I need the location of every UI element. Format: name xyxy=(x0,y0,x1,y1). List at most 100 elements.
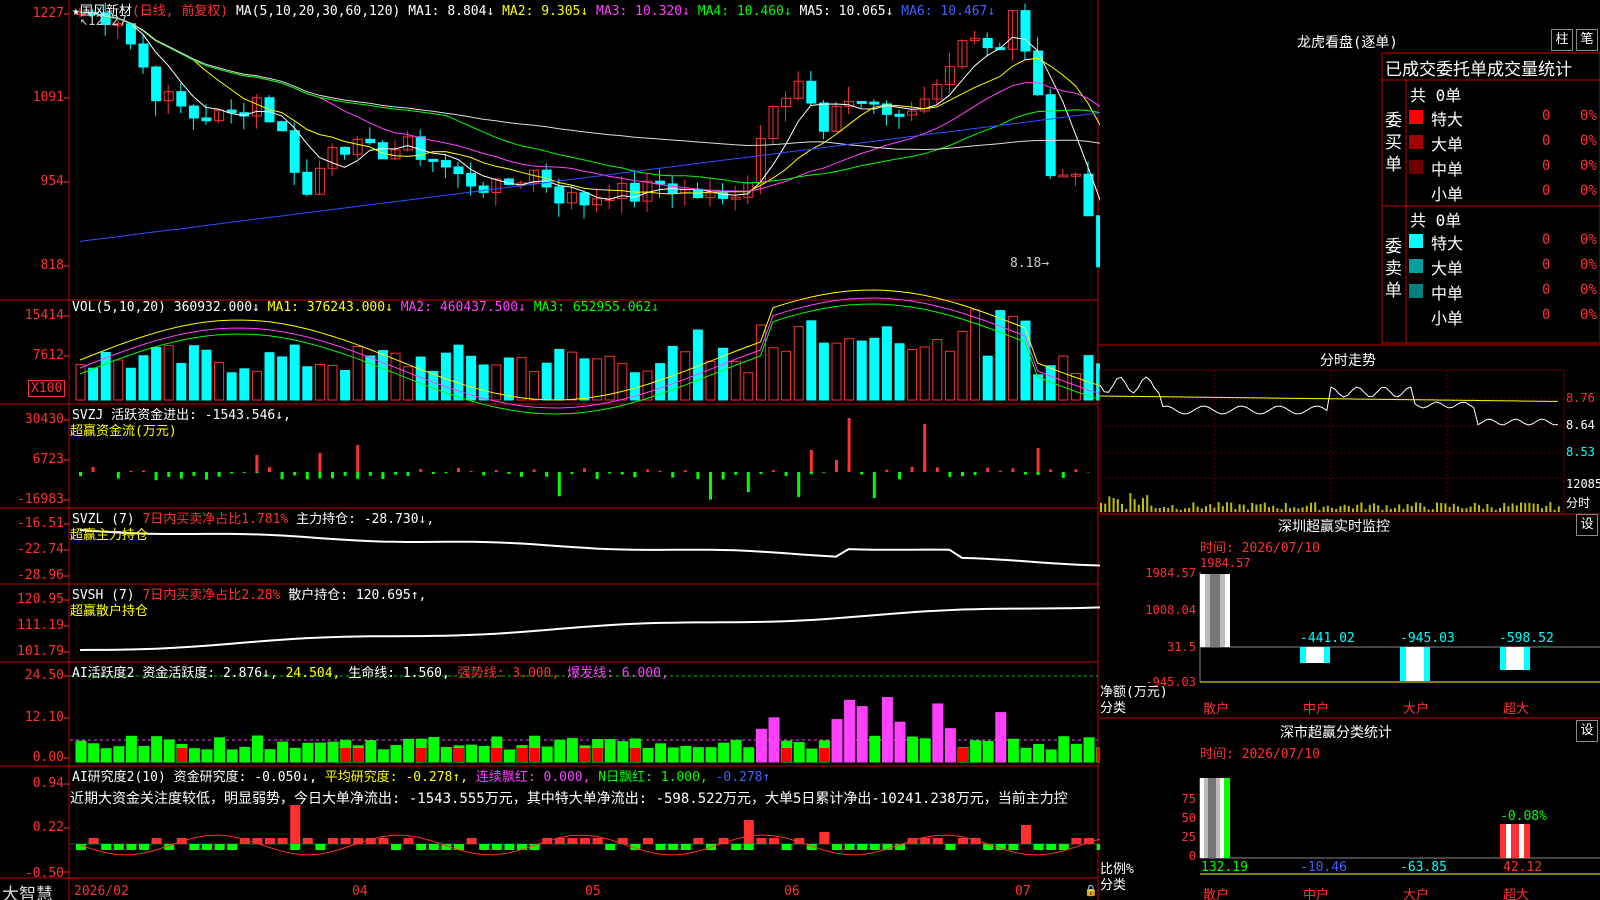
classify-cat: 超大 xyxy=(1503,888,1530,900)
price-header: ★国风新材(日线, 前复权) MA(5,10,20,30,60,120) MA1… xyxy=(72,0,995,19)
intraday-vol-bar xyxy=(1469,506,1472,512)
x-axis-label: 06 xyxy=(784,884,800,899)
intraday-vol-bar xyxy=(1280,509,1283,512)
intraday-vol-bar xyxy=(1284,503,1287,512)
bar-mode-button[interactable]: 柱 xyxy=(1551,29,1573,51)
monitor-xlabel: 分类 xyxy=(1100,701,1127,716)
intraday-vol-bar xyxy=(1553,509,1556,512)
lock-icon[interactable]: 🔒 xyxy=(1084,884,1098,897)
intraday-vol-bar xyxy=(1389,508,1392,512)
intraday-vol-bar xyxy=(1167,507,1170,512)
lhkp-title: 龙虎看盘(逐单) xyxy=(1297,35,1398,51)
order-row: 小单 0 0% xyxy=(1385,304,1600,328)
monitor-cat: 大户 xyxy=(1403,702,1430,717)
right-panels-canvas xyxy=(1098,52,1600,875)
classify-axis-label: 25 xyxy=(1181,830,1196,844)
order-size-label: 大单 xyxy=(1431,135,1464,154)
x-axis-label: 04 xyxy=(352,884,368,899)
order-count: 0 xyxy=(1542,183,1551,199)
order-count: 0 xyxy=(1542,307,1551,323)
ai1-axis-label: 24.50 xyxy=(24,668,64,683)
classify-value: 42.12 xyxy=(1503,860,1543,875)
price-axis-label: 1091 xyxy=(32,90,64,105)
intraday-vol-label: 12085 xyxy=(1566,477,1600,491)
intraday-vol-bar xyxy=(1457,506,1459,512)
intraday-vol-bar xyxy=(1175,508,1178,512)
vol-axis-label: 7612 xyxy=(32,348,64,363)
intraday-vol-bar xyxy=(1549,502,1552,512)
intraday-vol-bar xyxy=(1557,506,1560,512)
monitor-value-mid: -441.02 xyxy=(1300,631,1355,646)
svzl-sub: 超赢主力持仓 xyxy=(70,528,149,543)
intraday-vol-bar xyxy=(1268,507,1270,512)
monitor-value-super: -598.52 xyxy=(1499,631,1554,646)
vol-ma2: MA2: 460437.500↓ xyxy=(400,300,526,315)
classify-cat: 中户 xyxy=(1303,888,1330,900)
intraday-vol-bar xyxy=(1356,504,1359,512)
price-axis-label: 818 xyxy=(40,258,64,273)
monitor-time: 时间: 2026/07/10 xyxy=(1200,541,1320,556)
classify-axis-label: 75 xyxy=(1181,792,1196,806)
x-axis-label: 05 xyxy=(585,884,601,899)
intraday-vol-bar xyxy=(1482,508,1485,512)
svsh-axis-label: 101.79 xyxy=(17,644,64,659)
intraday-vol-bar xyxy=(1331,508,1333,512)
order-pct: 0% xyxy=(1580,282,1597,298)
intraday-vol-bar xyxy=(1112,498,1115,512)
monitor-axis-label: 31.5 xyxy=(1167,640,1196,654)
classify-settings-button[interactable]: 设 xyxy=(1576,720,1598,742)
ai1-axis-label: 12.10 xyxy=(24,710,64,725)
intraday-vol-bar xyxy=(1503,503,1506,512)
intraday-vol-bar xyxy=(1352,508,1354,512)
vol-ma3: MA3: 652955.062↓ xyxy=(533,300,660,315)
retail-net-bar xyxy=(1200,574,1230,647)
intraday-vol-bar xyxy=(1230,502,1233,512)
order-count: 0 xyxy=(1542,108,1551,124)
order-row: 特大 0 0% xyxy=(1385,105,1600,129)
intraday-frame xyxy=(1099,369,1565,513)
intraday-vol-bar xyxy=(1440,503,1443,512)
intraday-vol-bar xyxy=(1473,502,1476,512)
ma2-value: MA2: 9.305↓ xyxy=(502,4,589,19)
svzl-axis-label: -28.96 xyxy=(17,568,64,583)
intraday-vol-bar xyxy=(1179,509,1182,512)
order-count: 0 xyxy=(1542,133,1551,149)
intraday-vol-bar xyxy=(1364,509,1367,512)
intraday-vol-bar xyxy=(1154,508,1157,512)
price-axis-label: 954 xyxy=(40,174,64,189)
tick-mode-button[interactable]: 笔 xyxy=(1576,29,1598,51)
intraday-vol-bar xyxy=(1133,499,1136,512)
intraday-vol-bar xyxy=(1465,508,1468,512)
intraday-vol-bar xyxy=(1142,498,1144,512)
ai2-research: 资金研究度: -0.050↓, xyxy=(173,770,317,785)
order-row: 大单 0 0% xyxy=(1385,130,1600,154)
intraday-vol-bar xyxy=(1205,506,1207,512)
intraday-vol-bar xyxy=(1217,502,1220,512)
intraday-vol-bar xyxy=(1137,504,1140,512)
intraday-vol-bar xyxy=(1121,503,1123,512)
vol-value: 360932.000↓ xyxy=(173,300,260,315)
intraday-vol-bar xyxy=(1200,508,1203,512)
classify-title: 深市超赢分类统计 xyxy=(1280,725,1392,741)
intraday-vol-bar xyxy=(1448,506,1451,512)
ai2-extra: -0.278↑ xyxy=(715,770,771,785)
intraday-vol-bar xyxy=(1116,499,1119,512)
intraday-vol-bar xyxy=(1104,503,1107,512)
order-row: 大单 0 0% xyxy=(1385,254,1600,278)
intraday-vol-bar xyxy=(1259,504,1262,512)
ai1-axis-label: 0.00 xyxy=(32,750,64,765)
order-size-label: 中单 xyxy=(1431,160,1464,179)
intraday-vol-bar xyxy=(1305,505,1308,512)
svzl-axis-label: -16.51 xyxy=(17,516,64,531)
ai2-label: AI研究度2(10) xyxy=(72,770,166,785)
order-pct: 0% xyxy=(1580,108,1597,124)
ai1-value: 24.504, xyxy=(285,666,341,681)
intraday-vol-bar xyxy=(1499,507,1501,512)
x-axis-label: 07 xyxy=(1015,884,1031,899)
star-icon[interactable]: ★ xyxy=(72,4,80,19)
svzj-sub: 超赢资金流(万元) xyxy=(70,424,177,439)
sell-total: 共 0单 xyxy=(1410,211,1462,230)
vol-unit-badge[interactable]: X100 xyxy=(28,380,66,397)
color-swatch-icon xyxy=(1409,110,1423,124)
monitor-settings-button[interactable]: 设 xyxy=(1576,514,1598,536)
